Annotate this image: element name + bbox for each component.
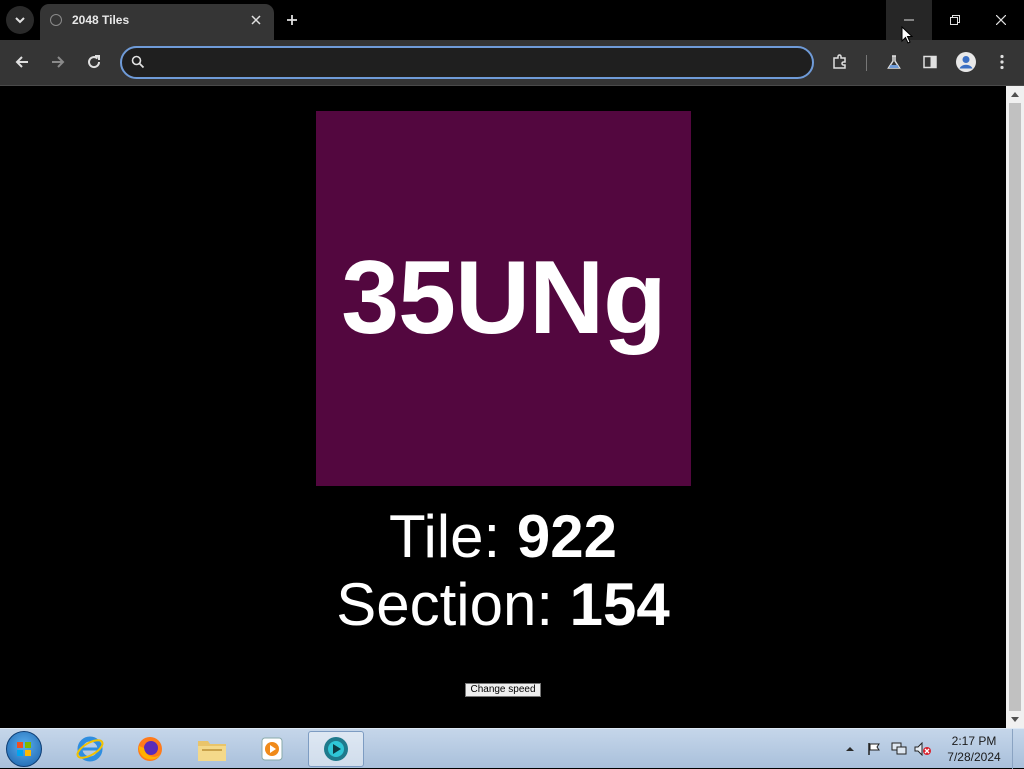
forward-arrow-icon [52, 56, 65, 68]
address-bar[interactable] [120, 46, 814, 79]
network-button[interactable] [888, 729, 910, 769]
tile-number-value: 922 [516, 503, 617, 570]
windows-taskbar: 2:17 PM 7/28/2024 [0, 728, 1024, 769]
side-panel-icon [923, 55, 937, 69]
flag-icon [868, 743, 880, 755]
toolbar-separator [866, 55, 867, 71]
restore-button[interactable] [932, 0, 978, 40]
page-content: 35UNg Tile: 922 Section: 154 Change spee… [0, 86, 1006, 728]
section-number-value: 154 [569, 571, 670, 638]
puzzle-icon [833, 54, 846, 69]
vertical-scrollbar[interactable] [1006, 86, 1024, 728]
browser-menu-button[interactable] [990, 50, 1014, 74]
tab-close-button[interactable] [248, 12, 264, 28]
tile-number-line: Tile: 922 [0, 502, 1006, 571]
profile-button[interactable] [954, 50, 978, 74]
close-window-button[interactable] [978, 0, 1024, 40]
clock-date: 7/28/2024 [947, 750, 1001, 764]
globe-icon [50, 14, 62, 26]
scroll-down-button[interactable] [1006, 712, 1024, 728]
network-icon [891, 742, 907, 755]
show-desktop-button[interactable] [1012, 729, 1024, 769]
taskbar-file-explorer[interactable] [184, 731, 240, 767]
taskbar-active-app[interactable] [308, 731, 364, 767]
section-number-label: Section: [336, 571, 570, 638]
tile-display: 35UNg [316, 111, 691, 486]
taskbar-firefox[interactable] [122, 731, 178, 767]
forward-button[interactable] [46, 50, 70, 74]
plus-icon [287, 15, 297, 25]
search-icon [131, 55, 145, 69]
flask-icon [887, 55, 901, 69]
minimize-icon [904, 19, 914, 21]
down-arrow-icon [1011, 717, 1019, 722]
internet-explorer-icon [76, 736, 104, 762]
title-bar: 2048 Tiles [0, 0, 1024, 40]
folder-icon [198, 741, 226, 761]
extensions-button[interactable] [828, 50, 852, 74]
up-arrow-icon [1011, 92, 1019, 97]
app-icon [324, 737, 348, 761]
section-number-line: Section: 154 [0, 570, 1006, 639]
close-icon [251, 15, 261, 25]
tile-code-text: 35UNg [341, 240, 666, 356]
close-icon [996, 15, 1006, 25]
tab-search-button[interactable] [6, 6, 34, 34]
volume-button[interactable] [912, 729, 934, 769]
media-player-icon [261, 737, 283, 761]
volume-muted-icon [914, 742, 931, 756]
reload-icon [88, 55, 101, 69]
tile-number-label: Tile: [389, 503, 517, 570]
address-input[interactable] [156, 52, 800, 76]
tab-title: 2048 Tiles [72, 13, 130, 27]
avatar-icon [956, 52, 976, 72]
labs-button[interactable] [882, 50, 906, 74]
browser-toolbar [0, 40, 1024, 86]
back-button[interactable] [10, 50, 34, 74]
reload-button[interactable] [82, 50, 106, 74]
chevron-down-icon [15, 17, 25, 24]
scroll-thumb[interactable] [1009, 103, 1021, 711]
tab-2048-tiles[interactable]: 2048 Tiles [40, 4, 274, 40]
side-panel-button[interactable] [918, 50, 942, 74]
restore-icon [950, 15, 960, 25]
clock-time: 2:17 PM [951, 734, 997, 748]
scroll-up-button[interactable] [1006, 86, 1024, 102]
back-arrow-icon [15, 56, 28, 68]
kebab-menu-icon [1000, 54, 1004, 70]
taskbar-media-player[interactable] [244, 731, 300, 767]
new-tab-button[interactable] [280, 8, 304, 32]
taskbar-internet-explorer[interactable] [62, 731, 118, 767]
change-speed-button[interactable]: Change speed [465, 683, 541, 697]
mouse-cursor-icon [901, 26, 913, 44]
show-hidden-icons-button[interactable] [842, 729, 858, 769]
start-button[interactable] [6, 731, 42, 767]
firefox-icon [138, 737, 162, 761]
windows-logo-icon [17, 742, 31, 756]
action-center-button[interactable] [864, 729, 884, 769]
chevron-up-icon [846, 747, 854, 751]
system-clock[interactable]: 2:17 PM 7/28/2024 [938, 733, 1010, 765]
